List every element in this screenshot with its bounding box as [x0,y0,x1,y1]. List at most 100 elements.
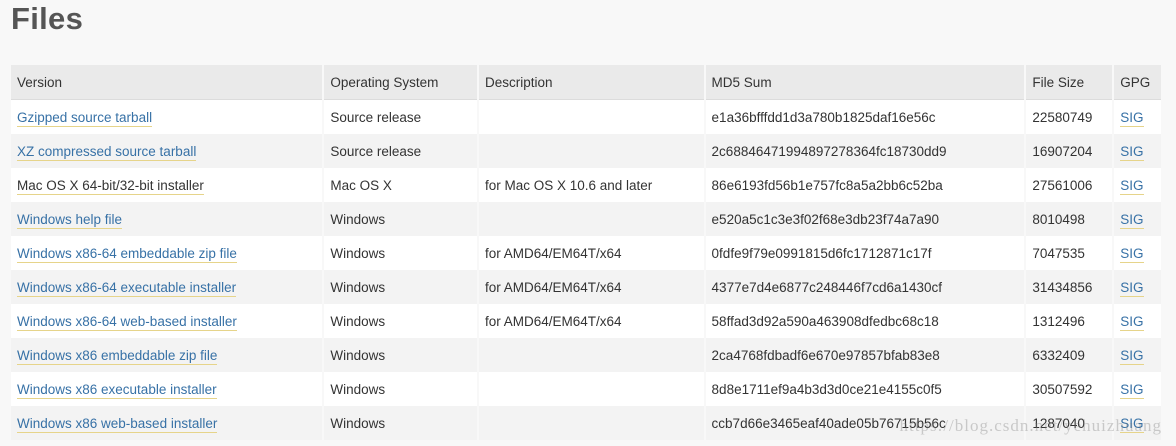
version-cell: Windows x86-64 embeddable zip file [11,236,325,270]
sig-link[interactable]: SIG [1120,415,1144,433]
md5-sum-cell: e520a5c1c3e3f02f68e3db23f74a7a90 [704,202,1027,236]
description-cell [477,372,706,406]
sig-link[interactable]: SIG [1120,245,1144,263]
description-cell [477,134,706,168]
sig-link[interactable]: SIG [1120,211,1144,229]
operating-system-cell: Source release [323,134,479,168]
header-description: Description [477,65,706,100]
file-download-link[interactable]: Windows x86 web-based installer [17,415,218,433]
sig-link[interactable]: SIG [1120,381,1144,399]
file-download-link[interactable]: Windows x86 embeddable zip file [17,347,218,365]
version-cell: Windows x86-64 web-based installer [11,304,325,338]
file-size-cell: 8010498 [1025,202,1115,236]
description-cell [477,338,706,372]
table-row: Windows x86-64 embeddable zip file Window… [11,236,1163,270]
operating-system-cell: Windows [323,236,479,270]
file-download-link[interactable]: Windows x86 executable installer [17,381,217,399]
file-download-link[interactable]: XZ compressed source tarball [17,143,197,161]
operating-system-cell: Windows [323,338,479,372]
gpg-cell: SIG [1113,168,1163,202]
md5-sum-cell: 58ffad3d92a590a463908dfedbc68c18 [704,304,1027,338]
table-row: Windows help file Windows e520a5c1c3e3f02f… [11,202,1163,236]
file-download-link[interactable]: Windows help file [17,211,123,229]
file-size-cell: 22580749 [1025,99,1115,134]
operating-system-cell: Source release [323,99,479,134]
table-row: XZ compressed source tarball Source relea… [11,134,1163,168]
file-size-cell: 27561006 [1025,168,1115,202]
table-row: Windows x86-64 executable installer Windo… [11,270,1163,304]
sig-link[interactable]: SIG [1120,177,1144,195]
md5-sum-cell: 0fdfe9f79e0991815d6fc1712871c17f [704,236,1027,270]
table-row: Windows x86-64 web-based installer Window… [11,304,1163,338]
gpg-cell: SIG [1113,406,1163,440]
files-page: Files Version Operating System Descripti… [0,0,1176,446]
file-size-cell: 31434856 [1025,270,1115,304]
header-version: Version [11,65,325,100]
file-size-cell: 1312496 [1025,304,1115,338]
sig-link[interactable]: SIG [1120,109,1144,127]
description-cell: for AMD64/EM64T/x64 [477,304,706,338]
gpg-cell: SIG [1113,304,1163,338]
file-download-link[interactable]: Mac OS X 64-bit/32-bit installer [17,177,204,195]
description-cell [477,202,706,236]
page-title: Files [11,1,84,36]
version-cell: Gzipped source tarball [11,99,325,134]
table-row: Mac OS X 64-bit/32-bit installer Mac OS X… [11,168,1163,202]
md5-sum-cell: ccb7d66e3465eaf40ade05b76715b56c [704,406,1027,440]
file-size-cell: 30507592 [1025,372,1115,406]
table-row: Windows x86 embeddable zip file Windows 2c… [11,338,1163,372]
header-operating-system: Operating System [323,65,479,100]
gpg-cell: SIG [1113,338,1163,372]
version-cell: Windows x86 web-based installer [11,406,325,440]
gpg-cell: SIG [1113,202,1163,236]
table-row: Windows x86 web-based installer Windows cc… [11,406,1163,440]
file-download-link[interactable]: Windows x86-64 web-based installer [17,313,237,331]
table-row: Windows x86 executable installer Windows 8… [11,372,1163,406]
version-cell: Mac OS X 64-bit/32-bit installer [11,168,325,202]
table-row: Gzipped source tarball Source release e1a3… [11,99,1163,134]
sig-link[interactable]: SIG [1120,313,1144,331]
gpg-cell: SIG [1113,372,1163,406]
gpg-cell: SIG [1113,134,1163,168]
header-file-size: File Size [1025,65,1115,100]
files-table: Version Operating System Description MD5… [11,65,1163,440]
file-download-link[interactable]: Windows x86-64 executable installer [17,279,237,297]
file-size-cell: 16907204 [1025,134,1115,168]
sig-link[interactable]: SIG [1120,279,1144,297]
header-md5-sum: MD5 Sum [704,65,1027,100]
file-size-cell: 1287040 [1025,406,1115,440]
operating-system-cell: Windows [323,304,479,338]
gpg-cell: SIG [1113,99,1163,134]
header-row: Version Operating System Description MD5… [11,65,1163,100]
operating-system-cell: Windows [323,202,479,236]
gpg-cell: SIG [1113,270,1163,304]
description-cell: for AMD64/EM64T/x64 [477,270,706,304]
version-cell: Windows help file [11,202,325,236]
sig-link[interactable]: SIG [1120,143,1144,161]
files-table-body: Gzipped source tarball Source release e1a3… [11,99,1163,440]
sig-link[interactable]: SIG [1120,347,1144,365]
files-table-header: Version Operating System Description MD5… [11,65,1163,100]
description-cell [477,406,706,440]
operating-system-cell: Windows [323,270,479,304]
operating-system-cell: Mac OS X [323,168,479,202]
gpg-cell: SIG [1113,236,1163,270]
file-download-link[interactable]: Gzipped source tarball [17,109,153,127]
header-gpg: GPG [1113,65,1163,100]
md5-sum-cell: 2c68846471994897278364fc18730dd9 [704,134,1027,168]
md5-sum-cell: 4377e7d4e6877c248446f7cd6a1430cf [704,270,1027,304]
file-size-cell: 7047535 [1025,236,1115,270]
md5-sum-cell: 86e6193fd56b1e757fc8a5a2bb6c52ba [704,168,1027,202]
operating-system-cell: Windows [323,372,479,406]
version-cell: Windows x86 embeddable zip file [11,338,325,372]
md5-sum-cell: 2ca4768fdbadf6e670e97857bfab83e8 [704,338,1027,372]
version-cell: XZ compressed source tarball [11,134,325,168]
description-cell: for Mac OS X 10.6 and later [477,168,706,202]
file-size-cell: 6332409 [1025,338,1115,372]
description-cell: for AMD64/EM64T/x64 [477,236,706,270]
version-cell: Windows x86 executable installer [11,372,325,406]
md5-sum-cell: e1a36bfffdd1d3a780b1825daf16e56c [704,99,1027,134]
file-download-link[interactable]: Windows x86-64 embeddable zip file [17,245,237,263]
md5-sum-cell: 8d8e1711ef9a4b3d3d0ce21e4155c0f5 [704,372,1027,406]
version-cell: Windows x86-64 executable installer [11,270,325,304]
